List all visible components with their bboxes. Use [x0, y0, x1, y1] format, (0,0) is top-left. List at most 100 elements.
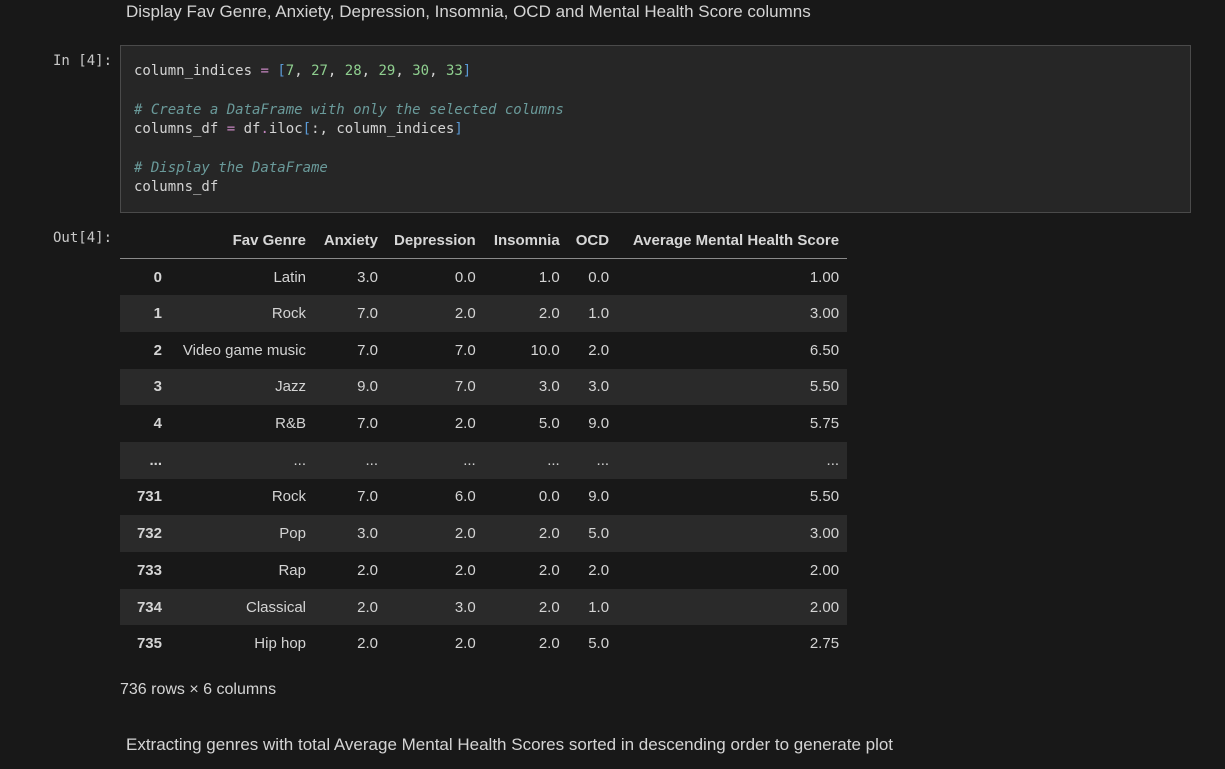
code-token-separator: ,: [429, 63, 446, 79]
cell-depression: 2.0: [454, 561, 476, 579]
dataframe-table: Fav Genre Anxiety Depression Insomnia OC…: [120, 222, 848, 662]
cell-average-score: 5.50: [809, 488, 840, 506]
cell-average-score: 3.00: [809, 525, 840, 543]
code-line-1: column_indices = [7, 27, 28, 29, 30, 33]: [134, 62, 564, 81]
cell-insomnia: 10.0: [530, 341, 560, 359]
header-average-mental-health-score: Average Mental Health Score: [617, 222, 848, 259]
row-index: 734: [136, 598, 162, 616]
cell-average-score: ...: [826, 451, 840, 469]
cell-insomnia: ...: [547, 451, 560, 469]
table-row: 733 Rap 2.0 2.0 2.0 2.0 2.00: [120, 552, 847, 589]
cell-fav-genre: R&B: [275, 415, 306, 433]
table-row: 4 R&B 7.0 2.0 5.0 9.0 5.75: [120, 405, 847, 442]
cell-fav-genre: Rock: [271, 488, 306, 506]
cell-ocd: 9.0: [588, 415, 610, 433]
code-token-operator: =: [226, 121, 236, 138]
cell-ocd: 2.0: [588, 561, 610, 579]
row-index: 735: [136, 635, 162, 653]
code-token-slice: :: [311, 121, 320, 138]
cell-anxiety: 9.0: [357, 378, 378, 396]
cell-ocd: ...: [596, 451, 610, 469]
row-index: 731: [136, 488, 162, 506]
notebook-page: Display Fav Genre, Anxiety, Depression, …: [0, 0, 1225, 769]
table-row: 0 Latin 3.0 0.0 1.0 0.0 1.00: [120, 259, 847, 296]
cell-anxiety: 3.0: [357, 268, 378, 286]
code-token-variable: columns_df: [134, 179, 219, 196]
cell-anxiety: 2.0: [357, 635, 378, 653]
code-token-separator: ,: [361, 63, 379, 79]
code-token-number: 33: [445, 63, 463, 79]
code-comment: # Display the DataFrame: [134, 159, 328, 176]
table-row-ellipsis: ... ... ... ... ... ... ...: [120, 441, 848, 479]
cell-depression: 7.0: [454, 341, 476, 359]
cell-anxiety: 7.0: [357, 415, 378, 433]
code-editor[interactable]: column_indices = [7, 27, 28, 29, 30, 33]…: [134, 62, 564, 198]
cell-ocd: 0.0: [588, 268, 610, 286]
code-token-argument: column_indices: [336, 121, 455, 138]
row-index: ...: [149, 451, 162, 469]
markdown-cell-description: Display Fav Genre, Anxiety, Depression, …: [126, 2, 811, 21]
code-token-dot: .: [260, 121, 269, 138]
header-depression: Depression: [386, 222, 484, 259]
cell-average-score: 5.75: [809, 415, 840, 433]
cell-depression: 2.0: [454, 305, 476, 323]
code-cell[interactable]: column_indices = [7, 27, 28, 29, 30, 33]…: [120, 45, 1191, 213]
table-row: 735 Hip hop 2.0 2.0 2.0 5.0 2.75: [120, 625, 847, 662]
cell-insomnia: 2.0: [538, 305, 560, 323]
cell-average-score: 2.75: [809, 635, 840, 653]
dataframe-shape-summary: 736 rows × 6 columns: [120, 681, 277, 698]
cell-ocd: 2.0: [588, 341, 610, 359]
table-row: 1 Rock 7.0 2.0 2.0 1.0 3.00: [120, 295, 848, 332]
cell-depression: 6.0: [454, 488, 476, 506]
code-token-operator: =: [260, 63, 269, 79]
code-token-variable: column_indices: [134, 63, 253, 79]
markdown-cell-next: Extracting genres with total Average Men…: [126, 735, 894, 754]
code-token-number: 29: [378, 63, 396, 79]
code-token-object: df: [243, 121, 261, 138]
cell-insomnia: 3.0: [538, 378, 560, 396]
code-line-comment: # Create a DataFrame with only the selec…: [134, 101, 564, 120]
code-token-bracket: [: [277, 63, 286, 79]
cell-average-score: 5.50: [809, 378, 840, 396]
code-token-number: 30: [412, 63, 430, 79]
cell-depression: 7.0: [454, 378, 476, 396]
cell-fav-genre: ...: [293, 451, 306, 469]
code-line-5: columns_df: [134, 178, 564, 197]
cell-insomnia: 0.0: [538, 488, 560, 506]
cell-anxiety: 2.0: [357, 598, 378, 616]
cell-depression: ...: [463, 451, 476, 469]
row-index: 2: [153, 341, 162, 359]
cell-fav-genre: Video game music: [182, 341, 306, 359]
cell-anxiety: 2.0: [357, 561, 378, 579]
cell-average-score: 2.00: [809, 598, 840, 616]
cell-average-score: 1.00: [809, 268, 840, 286]
cell-anxiety: 7.0: [357, 488, 378, 506]
output-prompt: Out[4]:: [53, 230, 113, 246]
cell-ocd: 5.0: [588, 635, 610, 653]
cell-fav-genre: Rock: [271, 305, 306, 323]
code-token-separator: ,: [395, 63, 413, 79]
code-token-number: 28: [344, 63, 362, 79]
header-anxiety: Anxiety: [314, 222, 386, 259]
code-token-bracket: [: [302, 121, 312, 138]
row-index: 732: [136, 525, 162, 543]
cell-insomnia: 1.0: [538, 268, 560, 286]
code-token-variable: columns_df: [134, 121, 219, 138]
header-fav-genre: Fav Genre: [170, 222, 314, 259]
code-token-bracket: ]: [454, 121, 463, 138]
code-token-separator: ,: [327, 63, 345, 79]
cell-anxiety: ...: [365, 451, 378, 469]
cell-depression: 2.0: [454, 525, 476, 543]
table-row: 732 Pop 3.0 2.0 2.0 5.0 3.00: [120, 515, 848, 552]
code-line-comment: # Display the DataFrame: [134, 159, 564, 178]
cell-anxiety: 7.0: [357, 305, 378, 323]
cell-insomnia: 2.0: [538, 598, 560, 616]
code-token-method: iloc: [268, 121, 303, 138]
cell-fav-genre: Classical: [245, 598, 306, 616]
header-insomnia: Insomnia: [483, 222, 568, 259]
code-token-number: 7: [285, 63, 295, 79]
input-prompt: In [4]:: [53, 53, 113, 69]
row-index: 1: [153, 305, 162, 323]
header-index: [120, 222, 170, 259]
